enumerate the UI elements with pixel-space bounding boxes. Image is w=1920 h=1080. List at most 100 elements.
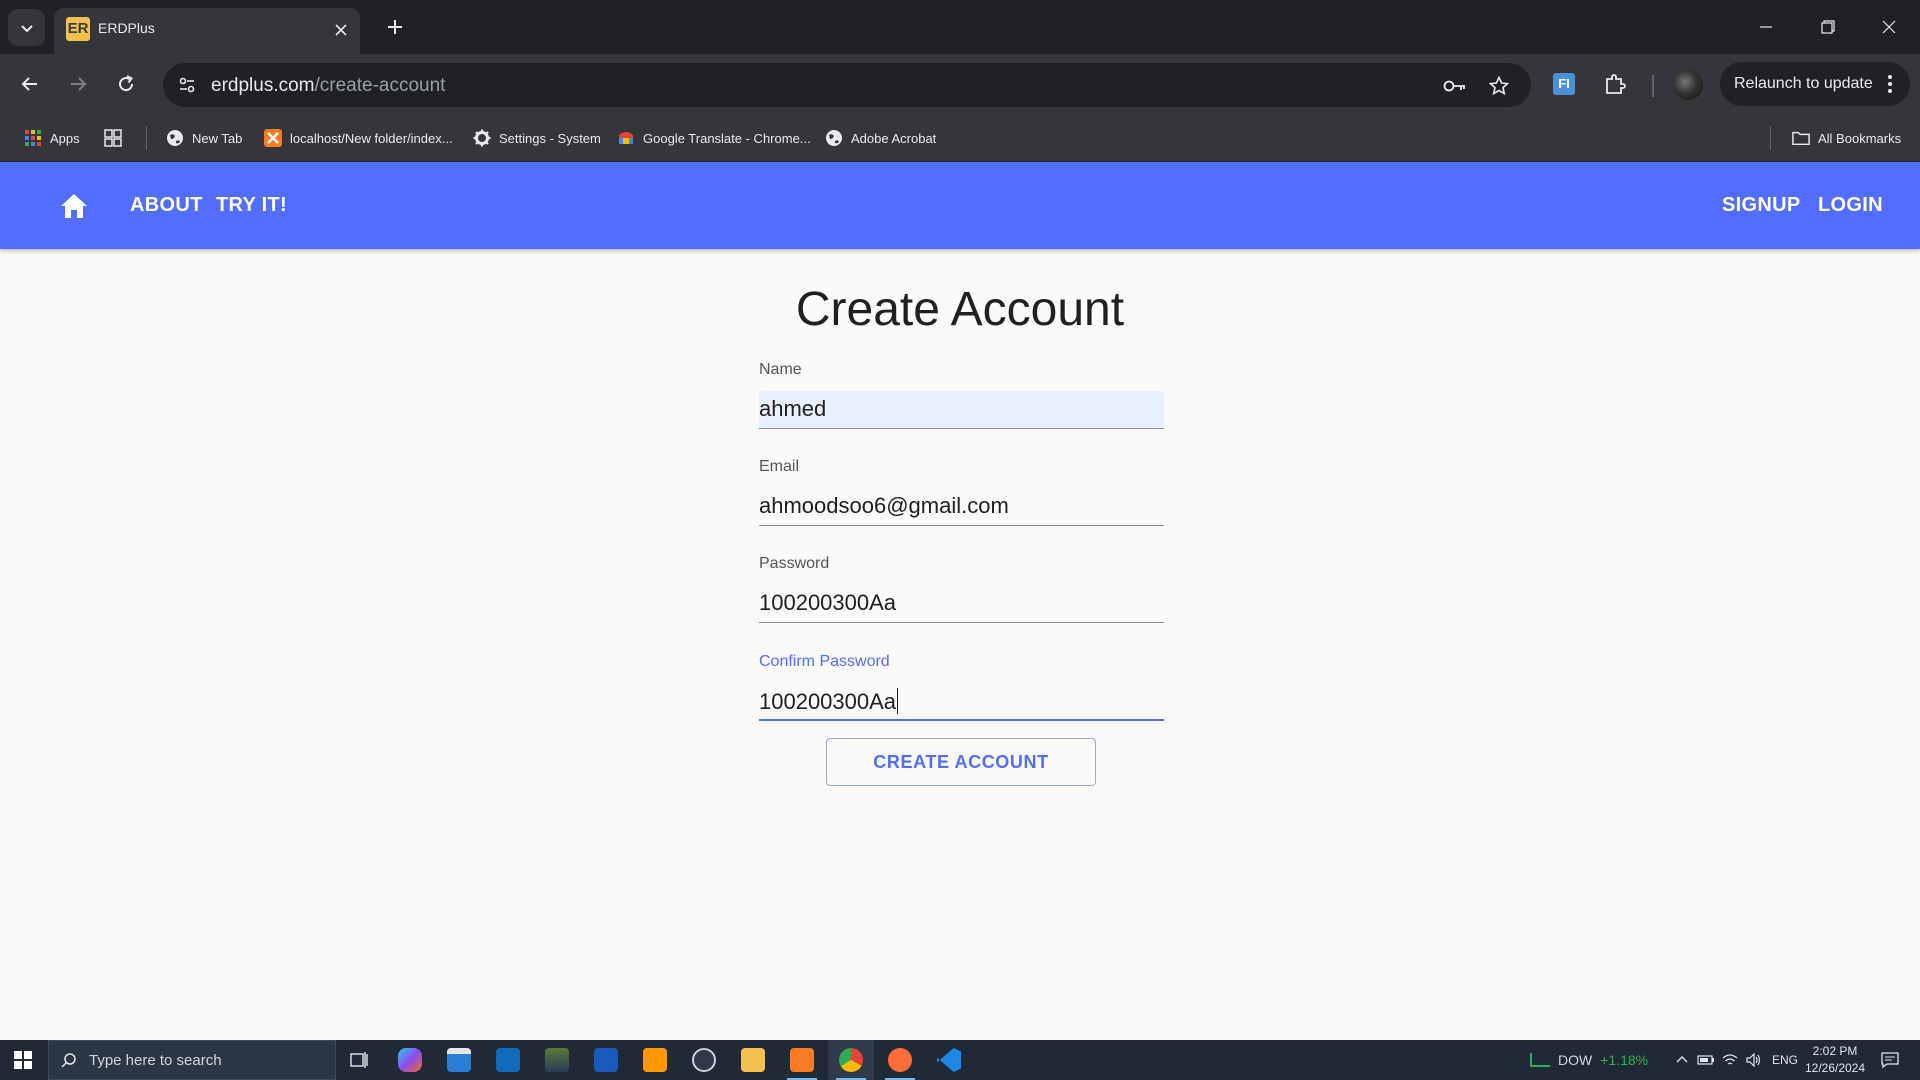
bookmark-apps[interactable]: Apps bbox=[24, 125, 80, 151]
extension-fi-button[interactable]: FI bbox=[1547, 67, 1581, 101]
folder-icon bbox=[1792, 129, 1810, 147]
tray-overflow-button[interactable] bbox=[1672, 1050, 1692, 1070]
copilot-icon bbox=[398, 1048, 422, 1072]
language-indicator[interactable]: ENG bbox=[1772, 1053, 1798, 1067]
extensions-button[interactable] bbox=[1598, 67, 1632, 101]
bookmark-star-button[interactable] bbox=[1486, 73, 1512, 99]
minimize-button[interactable] bbox=[1743, 10, 1789, 44]
close-icon bbox=[1882, 20, 1896, 34]
task-view-button[interactable] bbox=[336, 1040, 382, 1080]
taskbar-word[interactable] bbox=[583, 1040, 629, 1080]
profile-avatar[interactable] bbox=[1673, 70, 1703, 100]
tab-close-button[interactable] bbox=[330, 19, 352, 41]
start-button[interactable] bbox=[0, 1040, 46, 1080]
taskbar-store[interactable] bbox=[436, 1040, 482, 1080]
xampp-icon bbox=[790, 1048, 814, 1072]
taskbar-file-explorer[interactable] bbox=[730, 1040, 776, 1080]
create-account-button[interactable]: CREATE ACCOUNT bbox=[826, 738, 1096, 786]
apps-grid-icon bbox=[24, 129, 42, 147]
postman-icon bbox=[888, 1048, 912, 1072]
stock-change: +1.18% bbox=[1600, 1052, 1649, 1068]
taskbar-xampp[interactable] bbox=[779, 1040, 825, 1080]
forward-button[interactable] bbox=[60, 66, 96, 102]
bookmark-label: Adobe Acrobat bbox=[851, 130, 937, 146]
nav-login[interactable]: LOGIN bbox=[1818, 194, 1883, 217]
password-key-button[interactable] bbox=[1442, 73, 1468, 99]
photo-app-icon bbox=[545, 1048, 569, 1072]
password-field: Password 100200300Aa bbox=[759, 555, 1164, 623]
bookmark-adobe-acrobat[interactable]: Adobe Acrobat bbox=[825, 125, 936, 151]
clock-date: 12/26/2024 bbox=[1804, 1061, 1866, 1075]
nav-signup[interactable]: SIGNUP bbox=[1722, 194, 1800, 217]
home-icon bbox=[61, 194, 87, 218]
taskbar-app-circle[interactable] bbox=[681, 1040, 727, 1080]
confirm-password-value: 100200300Aa bbox=[759, 689, 897, 714]
email-input[interactable]: ahmoodsoo6@gmail.com bbox=[759, 488, 1164, 526]
address-bar[interactable]: erdplus.com/create-account bbox=[163, 63, 1531, 107]
relaunch-button[interactable]: Relaunch to update bbox=[1720, 62, 1910, 106]
key-icon bbox=[1443, 80, 1465, 92]
bookmark-label: Google Translate - Chrome... bbox=[643, 130, 811, 146]
taskbar-chrome[interactable] bbox=[828, 1040, 874, 1080]
new-tab-button[interactable] bbox=[380, 12, 410, 42]
taskbar-photo-app[interactable] bbox=[534, 1040, 580, 1080]
home-button[interactable] bbox=[56, 190, 92, 222]
search-icon bbox=[61, 1053, 76, 1068]
globe-icon bbox=[825, 129, 843, 147]
browser-tab-strip: ER ERDPlus bbox=[0, 0, 1920, 54]
confirm-password-input[interactable]: 100200300Aa bbox=[759, 683, 1164, 721]
arrow-right-icon bbox=[71, 77, 87, 91]
chevron-up-icon bbox=[1676, 1056, 1688, 1063]
taskbar-search-box[interactable]: Type here to search bbox=[48, 1040, 336, 1080]
taskbar-vscode[interactable] bbox=[926, 1040, 972, 1080]
reload-button[interactable] bbox=[108, 66, 144, 102]
all-bookmarks-label: All Bookmarks bbox=[1818, 130, 1902, 146]
text-caret bbox=[897, 688, 899, 714]
email-label: Email bbox=[759, 458, 800, 475]
restore-button[interactable] bbox=[1805, 10, 1851, 44]
taskbar-sublime[interactable] bbox=[632, 1040, 678, 1080]
xampp-icon bbox=[264, 129, 282, 147]
bookmark-label: Settings - System bbox=[499, 130, 601, 146]
network-status[interactable] bbox=[1720, 1050, 1740, 1070]
wifi-icon bbox=[1722, 1054, 1738, 1065]
password-input[interactable]: 100200300Aa bbox=[759, 585, 1164, 623]
taskbar-postman[interactable] bbox=[877, 1040, 923, 1080]
site-info-button[interactable] bbox=[173, 71, 201, 99]
name-input[interactable]: ahmed bbox=[759, 391, 1164, 429]
star-icon bbox=[1489, 76, 1509, 96]
nav-try-it[interactable]: TRY IT! bbox=[216, 194, 287, 217]
notifications-button[interactable] bbox=[1880, 1050, 1900, 1070]
nav-about[interactable]: ABOUT bbox=[130, 194, 203, 217]
back-button[interactable] bbox=[12, 66, 48, 102]
stock-name: DOW bbox=[1558, 1052, 1593, 1068]
bookmark-label: New Tab bbox=[192, 130, 243, 146]
bookmark-google-translate[interactable]: Google Translate - Chrome... bbox=[617, 125, 811, 151]
tab-search-button[interactable] bbox=[8, 9, 45, 46]
bookmark-settings[interactable]: Settings - System bbox=[473, 125, 601, 151]
stock-widget[interactable]: DOW +1.18% bbox=[1530, 1052, 1648, 1068]
browser-toolbar: erdplus.com/create-account FI Relaunch t… bbox=[0, 54, 1920, 115]
bookmark-localhost[interactable]: localhost/New folder/index... bbox=[264, 125, 453, 151]
close-window-button[interactable] bbox=[1866, 10, 1912, 44]
battery-status[interactable] bbox=[1696, 1050, 1716, 1070]
clock-time: 2:02 PM bbox=[1812, 1044, 1858, 1058]
minimize-icon bbox=[1760, 26, 1772, 28]
bookmarks-bar: Apps New Tab localhost/New folder/index.… bbox=[0, 115, 1920, 162]
bookmark-tab-groups[interactable] bbox=[104, 125, 122, 151]
taskbar-outlook[interactable] bbox=[485, 1040, 531, 1080]
system-clock[interactable]: 2:02 PM 12/26/2024 bbox=[1800, 1043, 1870, 1077]
windows-logo-icon bbox=[14, 1051, 32, 1069]
url-host: erdplus.com bbox=[211, 75, 315, 96]
bookmark-label: localhost/New folder/index... bbox=[290, 130, 453, 146]
taskbar-copilot[interactable] bbox=[387, 1040, 433, 1080]
bookmarks-separator bbox=[1770, 126, 1771, 150]
browser-tab-active[interactable]: ER ERDPlus bbox=[54, 8, 360, 54]
bookmarks-separator bbox=[146, 126, 147, 150]
bookmark-new-tab[interactable]: New Tab bbox=[166, 125, 242, 151]
tune-icon bbox=[179, 77, 195, 93]
all-bookmarks-button[interactable]: All Bookmarks bbox=[1792, 125, 1901, 151]
volume-control[interactable] bbox=[1744, 1050, 1764, 1070]
outlook-icon bbox=[496, 1048, 520, 1072]
task-view-icon bbox=[350, 1052, 368, 1068]
